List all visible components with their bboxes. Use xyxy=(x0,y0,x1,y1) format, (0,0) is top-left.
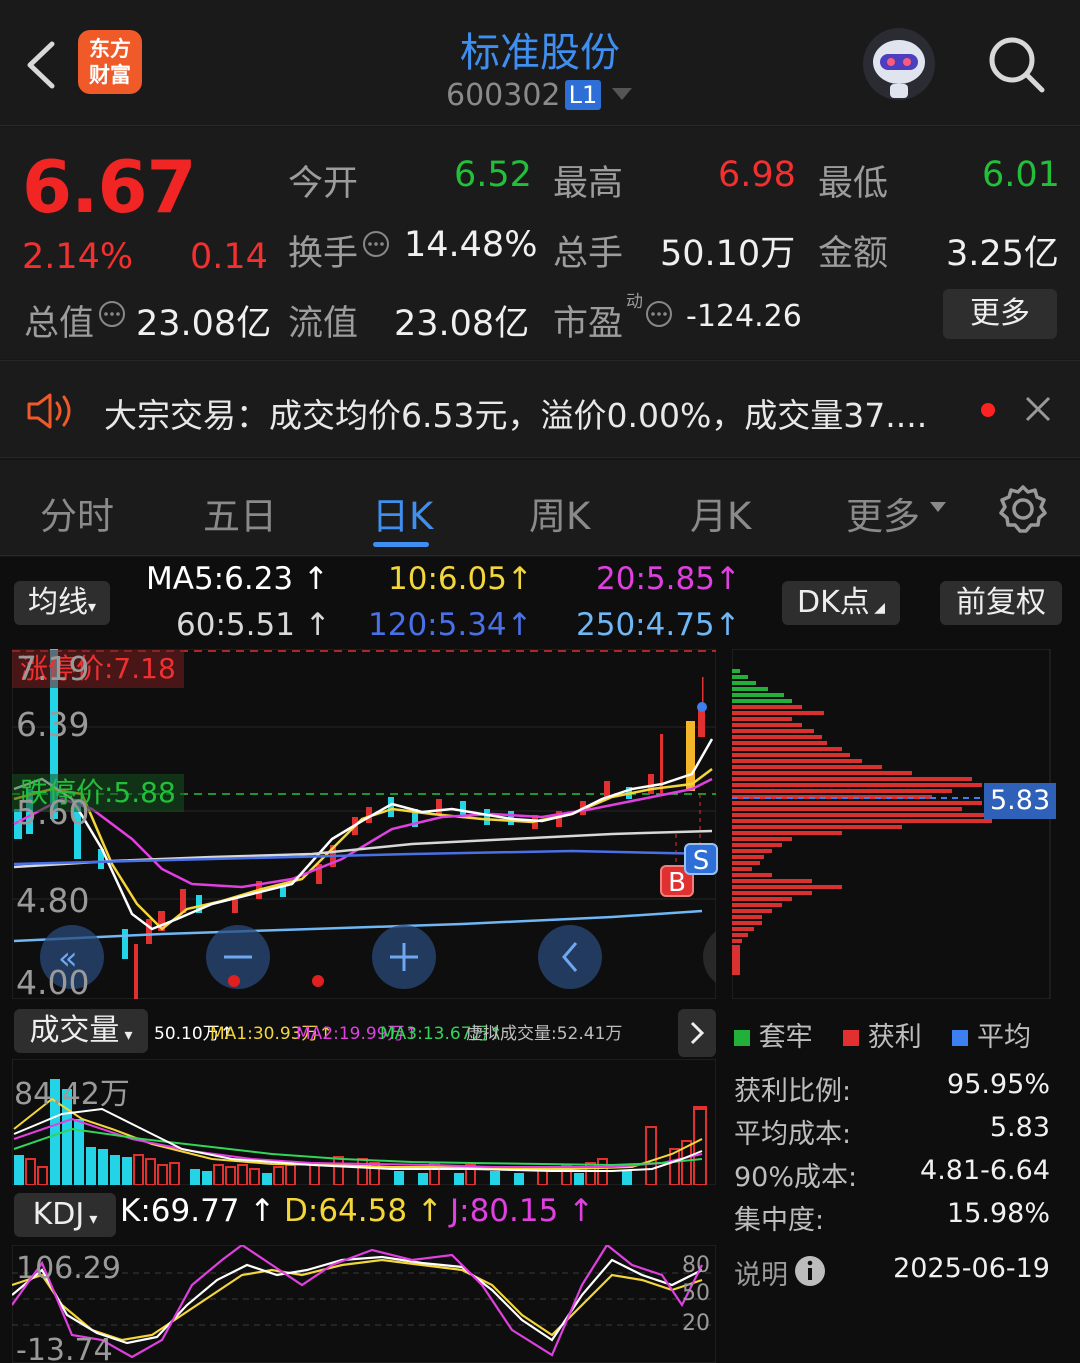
tab-daily-k[interactable]: 日K xyxy=(372,486,433,540)
pe-value: -124.26 xyxy=(686,299,802,334)
mktcap-label: 总值 xyxy=(24,304,95,344)
chip-profit-ratio: 获利比例: 95.95% xyxy=(734,1069,1050,1107)
notice-text[interactable]: 大宗交易：成交均价6.53元，溢价0.00%，成交量37.... xyxy=(104,389,927,437)
amount-value: 3.25亿 xyxy=(946,234,1059,274)
change-percent: 2.14% xyxy=(22,237,134,277)
axis-label-4: 4.80 xyxy=(16,881,90,920)
app-header: 东方 财富 标准股份 600302 L1 xyxy=(0,0,1080,126)
ma-dropdown[interactable]: 均线▾ xyxy=(14,581,110,625)
kdj-level-80: 80 xyxy=(682,1253,710,1278)
unread-dot xyxy=(981,403,995,417)
volume-dropdown[interactable]: 成交量 ▾ xyxy=(14,1009,148,1053)
pe-label: 市盈 xyxy=(553,304,624,344)
axis-label-bottom: 4.00 xyxy=(16,963,90,1002)
kdj-j-value: J:80.15 ↑ xyxy=(450,1193,595,1229)
info-dots-icon[interactable] xyxy=(362,230,390,258)
kdj-dropdown[interactable]: KDJ ▾ xyxy=(14,1193,116,1237)
ma60-value: 60:5.51 ↑ xyxy=(176,607,331,643)
gear-icon[interactable] xyxy=(998,484,1048,534)
volume-label: 总手 xyxy=(553,234,624,274)
info-dots-icon[interactable] xyxy=(98,300,126,328)
kline-chart[interactable]: « xyxy=(12,649,716,999)
period-tabs: 分时 五日 日K 周K 月K 更多 xyxy=(0,460,1080,556)
high-value: 6.98 xyxy=(718,155,796,195)
kdj-d-value: D:64.58 ↑ xyxy=(284,1193,443,1229)
search-icon[interactable] xyxy=(986,34,1048,96)
open-value: 6.52 xyxy=(454,155,532,195)
avg-cost-marker: 5.83 xyxy=(984,783,1057,819)
info-dots-icon[interactable] xyxy=(645,300,673,328)
change-value: 0.14 xyxy=(190,237,268,277)
code-dropdown-icon[interactable] xyxy=(612,88,632,100)
low-value: 6.01 xyxy=(982,155,1060,195)
volume-expand-button[interactable] xyxy=(678,1009,716,1057)
chip-90-cost: 90%成本: 4.81-6.64 xyxy=(734,1155,1050,1193)
quote-panel: 6.67 2.14% 0.14 今开 6.52 最高 6.98 最低 6.01 … xyxy=(0,127,1080,359)
info-icon[interactable] xyxy=(794,1255,826,1287)
chip-distribution-chart[interactable] xyxy=(732,649,1052,999)
volume-max-label: 84.42万 xyxy=(14,1077,130,1112)
chip-note-label[interactable]: 说明 xyxy=(734,1260,788,1291)
tab-five-day[interactable]: 五日 xyxy=(203,486,277,540)
volume-value: 50.10万 xyxy=(660,234,796,274)
kdj-top-label: 106.29 xyxy=(16,1251,121,1286)
last-price: 6.67 xyxy=(22,145,197,229)
turnover-label: 换手 xyxy=(288,234,359,274)
pe-dynamic-mark: 动 xyxy=(626,292,643,312)
chip-note-row: 说明 2025-06-19 xyxy=(734,1253,1050,1292)
float-value: 23.08亿 xyxy=(394,304,530,344)
volume-legend-virtual: 虚拟成交量:52.41万 xyxy=(466,1024,623,1044)
scroll-left-button[interactable] xyxy=(538,925,602,989)
dk-point-button[interactable]: DK点 ◢ xyxy=(782,581,900,625)
tab-intraday[interactable]: 分时 xyxy=(40,486,114,540)
axis-label-2: 6.39 xyxy=(16,705,90,744)
more-button[interactable]: 更多 xyxy=(943,289,1057,339)
caret-down-icon[interactable] xyxy=(930,502,946,514)
tab-monthly-k[interactable]: 月K xyxy=(690,486,751,540)
tab-more[interactable]: 更多 xyxy=(846,486,920,540)
close-icon[interactable] xyxy=(1024,395,1052,423)
level-badge[interactable]: L1 xyxy=(565,80,601,110)
kdj-k-value: K:69.77 ↑ xyxy=(120,1193,276,1229)
stock-code[interactable]: 600302 xyxy=(446,78,561,113)
high-label: 最高 xyxy=(553,164,624,204)
ma20-value: 20:5.85↑ xyxy=(596,561,741,597)
low-label: 最低 xyxy=(818,164,889,204)
active-tab-indicator xyxy=(373,542,429,547)
adjust-button[interactable]: 前复权 xyxy=(940,581,1062,625)
chart-area: 均线▾ MA5:6.23 ↑ 10:6.05↑ 20:5.85↑ 60:5.51… xyxy=(0,557,1080,1363)
axis-label-3: 5.60 xyxy=(16,793,90,832)
chip-concentration: 集中度: 15.98% xyxy=(734,1198,1050,1236)
kdj-bottom-label: -13.74 xyxy=(16,1333,113,1363)
tab-weekly-k[interactable]: 周K xyxy=(529,486,590,540)
axis-label-top: 7.19 xyxy=(16,649,90,688)
float-label: 流值 xyxy=(288,304,359,344)
kdj-level-50: 50 xyxy=(682,1281,710,1306)
robot-avatar-icon[interactable] xyxy=(860,26,938,102)
kdj-level-20: 20 xyxy=(682,1311,710,1336)
ma5-value: MA5:6.23 ↑ xyxy=(146,561,329,597)
ma10-value: 10:6.05↑ xyxy=(388,561,533,597)
chip-avg-cost: 平均成本: 5.83 xyxy=(734,1112,1050,1150)
amount-label: 金额 xyxy=(818,234,889,274)
chip-date: 2025-06-19 xyxy=(893,1253,1050,1284)
ma250-value: 250:4.75↑ xyxy=(576,607,741,643)
chevron-right-icon xyxy=(690,1021,705,1045)
open-label: 今开 xyxy=(288,164,359,204)
turnover-value: 14.48% xyxy=(404,225,538,265)
notice-bar[interactable]: 大宗交易：成交均价6.53元，溢价0.00%，成交量37.... xyxy=(0,360,1080,458)
mktcap-value: 23.08亿 xyxy=(136,304,272,344)
sell-marker[interactable]: S xyxy=(684,843,718,876)
chip-legend: 套牢 获利 平均 xyxy=(734,1015,1031,1054)
ma120-value: 120:5.34↑ xyxy=(368,607,533,643)
speaker-icon xyxy=(27,393,71,429)
